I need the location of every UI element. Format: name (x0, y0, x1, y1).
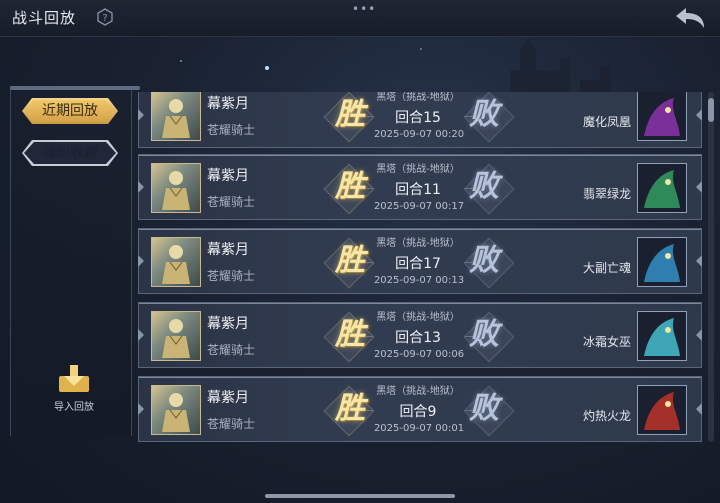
row-notch-decoration (696, 329, 702, 341)
battle-mode: 黑塔（挑战-地狱） (376, 238, 460, 249)
player-class: 苍耀骑士 (207, 343, 256, 357)
defeat-label: 败 (469, 391, 499, 426)
svg-text:?: ? (102, 13, 107, 24)
victory-label: 胜 (335, 317, 365, 352)
player-portrait (151, 311, 201, 361)
enemy-name: 魔化凤凰 (582, 115, 631, 129)
star-decoration (265, 66, 269, 70)
enemy-name: 翡翠绿龙 (582, 187, 631, 201)
player-name: 幕紫月 (207, 242, 249, 258)
back-arrow-icon[interactable] (672, 6, 708, 30)
star-decoration (180, 60, 182, 62)
battle-mode: 黑塔（挑战-地狱） (376, 386, 460, 397)
defeat-label: 败 (469, 97, 499, 132)
import-replay-button[interactable]: 导入回放 (44, 364, 104, 413)
player-class: 苍耀骑士 (207, 195, 256, 209)
player-portrait (151, 237, 201, 287)
sidebar-divider (10, 86, 140, 90)
row-notch-decoration (138, 181, 144, 193)
battle-date: 2025-09-07 00:01 (373, 423, 465, 434)
enemy-portrait (637, 237, 687, 287)
row-notch-decoration (696, 181, 702, 193)
enemy-portrait (637, 92, 687, 141)
replay-row[interactable]: 幕紫月 苍耀骑士 胜 黑塔（挑战-地狱） 回合15 2025-09-07 00:… (138, 92, 702, 148)
battle-mode: 黑塔（挑战-地狱） (376, 164, 460, 175)
enemy-name: 灼热火龙 (582, 409, 631, 423)
battle-date: 2025-09-07 00:06 (373, 349, 465, 360)
player-portrait (151, 163, 201, 213)
defeat-label: 败 (469, 169, 499, 204)
victory-label: 胜 (335, 391, 365, 426)
player-class: 苍耀骑士 (207, 123, 256, 137)
round-count: 回合13 (395, 330, 441, 346)
enemy-portrait (637, 385, 687, 435)
sidebar: 近期回放 我的收藏 导入回放 (10, 86, 140, 446)
round-count: 回合11 (395, 182, 441, 198)
replay-row[interactable]: 幕紫月 苍耀骑士 胜 黑塔（挑战-地狱） 回合11 2025-09-07 00:… (138, 154, 702, 220)
scrollbar-track[interactable] (708, 92, 714, 442)
top-bar: 战斗回放 ? ••• (0, 0, 720, 37)
replay-row[interactable]: 幕紫月 苍耀骑士 胜 黑塔（挑战-地狱） 回合13 2025-09-07 00:… (138, 302, 702, 368)
defeat-label: 败 (469, 317, 499, 352)
battle-mode: 黑塔（挑战-地狱） (376, 92, 460, 103)
enemy-portrait (637, 311, 687, 361)
victory-label: 胜 (335, 97, 365, 132)
tab-my-favorites[interactable]: 我的收藏 (22, 140, 118, 166)
player-portrait (151, 92, 201, 141)
battle-date: 2025-09-07 00:17 (373, 201, 465, 212)
victory-label: 胜 (335, 243, 365, 278)
round-count: 回合17 (395, 256, 441, 272)
victory-label: 胜 (335, 169, 365, 204)
row-notch-decoration (138, 255, 144, 267)
defeat-label: 败 (469, 243, 499, 278)
battle-mode: 黑塔（挑战-地狱） (376, 312, 460, 323)
help-icon[interactable]: ? (96, 8, 114, 26)
tab-label: 我的收藏 (42, 145, 98, 161)
round-count: 回合15 (395, 110, 441, 126)
battle-date: 2025-09-07 00:13 (373, 275, 465, 286)
player-class: 苍耀骑士 (207, 417, 256, 431)
menu-dots-icon[interactable]: ••• (352, 2, 376, 16)
enemy-name: 大副亡魂 (582, 261, 631, 275)
player-portrait (151, 385, 201, 435)
replay-row[interactable]: 幕紫月 苍耀骑士 胜 黑塔（挑战-地狱） 回合17 2025-09-07 00:… (138, 228, 702, 294)
player-name: 幕紫月 (207, 168, 249, 184)
enemy-portrait (637, 163, 687, 213)
import-replay-label: 导入回放 (54, 402, 94, 413)
tab-recent-replays[interactable]: 近期回放 (22, 98, 118, 124)
replay-list: 幕紫月 苍耀骑士 胜 黑塔（挑战-地狱） 回合15 2025-09-07 00:… (138, 92, 704, 442)
player-name: 幕紫月 (207, 316, 249, 332)
row-notch-decoration (696, 403, 702, 415)
round-count: 回合9 (399, 404, 437, 420)
row-notch-decoration (696, 255, 702, 267)
row-notch-decoration (138, 403, 144, 415)
replay-row[interactable]: 幕紫月 苍耀骑士 胜 黑塔（挑战-地狱） 回合9 2025-09-07 00:0… (138, 376, 702, 442)
player-name: 幕紫月 (207, 96, 249, 112)
row-notch-decoration (138, 329, 144, 341)
player-name: 幕紫月 (207, 390, 249, 406)
scrollbar-thumb[interactable] (708, 98, 714, 122)
player-class: 苍耀骑士 (207, 269, 256, 283)
row-notch-decoration (696, 109, 702, 121)
home-indicator (265, 494, 455, 498)
battle-date: 2025-09-07 00:20 (373, 129, 465, 140)
import-download-icon (59, 365, 89, 392)
star-decoration (420, 48, 422, 50)
tab-label: 近期回放 (42, 103, 98, 119)
page-title: 战斗回放 (12, 9, 77, 27)
enemy-name: 冰霜女巫 (582, 335, 631, 349)
row-notch-decoration (138, 109, 144, 121)
